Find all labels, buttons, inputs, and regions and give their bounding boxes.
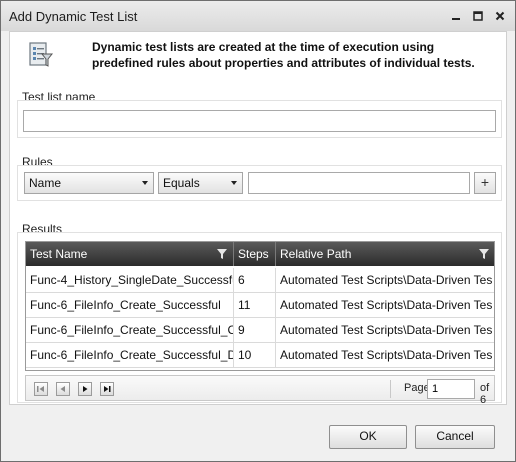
ok-button[interactable]: OK	[329, 425, 407, 449]
filter-icon[interactable]	[479, 249, 489, 259]
test-list-icon	[26, 40, 54, 70]
relative-path-cell: Automated Test Scripts\Data-Driven Tes	[280, 348, 493, 362]
minimize-icon[interactable]	[449, 9, 463, 23]
relative-path-cell: Automated Test Scripts\Data-Driven Tes	[280, 298, 493, 312]
test-list-name-input[interactable]	[23, 110, 496, 132]
filter-icon[interactable]	[217, 249, 227, 259]
page-label: Page	[404, 382, 430, 394]
window-title: Add Dynamic Test List	[9, 9, 138, 24]
steps-cell: 9	[234, 318, 276, 343]
page-count-label: of 6	[480, 382, 490, 406]
next-page-button[interactable]	[78, 382, 92, 396]
close-icon[interactable]	[493, 9, 507, 23]
steps-cell: 10	[234, 343, 276, 368]
test-name-cell: Func-6_FileInfo_Create_Successful_DB	[26, 343, 234, 368]
steps-cell: 6	[234, 268, 276, 293]
table-row[interactable]: Func-6_FileInfo_Create_Successful_CN 9 A…	[26, 318, 494, 343]
pager-bar: Page of 6	[25, 375, 495, 406]
table-row[interactable]: Func-4_History_SingleDate_Successful 6 A…	[26, 268, 494, 293]
last-page-button[interactable]	[100, 382, 114, 396]
rule-property-dropdown[interactable]: Name	[24, 172, 154, 194]
table-row[interactable]: Func-6_FileInfo_Create_Successful_DB 10 …	[26, 343, 494, 368]
column-header-test-name[interactable]: Test Name	[26, 242, 234, 266]
pager-divider	[390, 380, 391, 398]
rule-operator-value: Equals	[163, 176, 200, 190]
rule-operator-dropdown[interactable]: Equals	[158, 172, 243, 194]
previous-page-icon	[60, 386, 65, 392]
relative-path-cell: Automated Test Scripts\Data-Driven Tes	[280, 273, 493, 287]
grid-header: Test Name Steps Relative Path	[26, 242, 494, 266]
steps-cell: 11	[234, 293, 276, 318]
dialog-content: Dynamic test lists are created at the ti…	[9, 31, 507, 406]
chevron-down-icon	[231, 181, 237, 185]
column-header-steps[interactable]: Steps	[234, 242, 276, 266]
next-page-icon	[83, 386, 88, 392]
chevron-down-icon	[142, 181, 148, 185]
rule-property-value: Name	[29, 176, 62, 190]
relative-path-cell: Automated Test Scripts\Data-Driven Tes	[280, 323, 493, 337]
results-grid: Test Name Steps Relative Path Func-4_His…	[25, 241, 495, 371]
first-page-button[interactable]	[34, 382, 48, 396]
table-row[interactable]: Func-6_FileInfo_Create_Successful 11 Aut…	[26, 293, 494, 318]
rules-group: Name Equals +	[17, 165, 502, 201]
dialog-window: Add Dynamic Test List Dynamic test lists…	[0, 0, 516, 462]
last-page-icon	[104, 386, 111, 392]
column-header-relative-path[interactable]: Relative Path	[276, 242, 494, 266]
first-page-icon	[37, 386, 44, 392]
title-bar[interactable]: Add Dynamic Test List	[1, 1, 515, 31]
test-list-name-group	[17, 100, 502, 138]
cancel-button[interactable]: Cancel	[415, 425, 495, 449]
test-name-cell: Func-6_FileInfo_Create_Successful_CN	[26, 318, 234, 343]
previous-page-button[interactable]	[56, 382, 70, 396]
add-rule-button[interactable]: +	[474, 172, 496, 194]
page-number-input[interactable]	[427, 379, 475, 399]
rule-value-input[interactable]	[248, 172, 470, 194]
dialog-description: Dynamic test lists are created at the ti…	[92, 40, 475, 70]
maximize-icon[interactable]	[471, 9, 485, 23]
test-name-cell: Func-6_FileInfo_Create_Successful	[26, 293, 234, 318]
test-name-cell: Func-4_History_SingleDate_Successful	[26, 268, 234, 293]
